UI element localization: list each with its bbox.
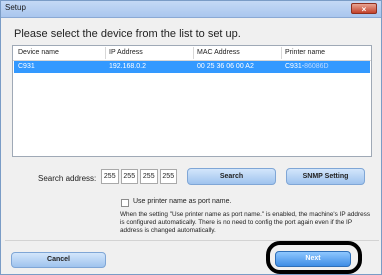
device-row[interactable]: C931 192.168.0.2 00 25 36 06 00 A2 C931-… bbox=[14, 61, 370, 73]
ip-octet-1[interactable]: 255 bbox=[101, 169, 119, 184]
window-title: Setup bbox=[5, 3, 26, 12]
cell-mac-address: 00 25 36 06 00 A2 bbox=[197, 63, 254, 70]
cell-ip-address: 192.168.0.2 bbox=[109, 63, 146, 70]
use-printer-name-label[interactable]: Use printer name as port name. bbox=[133, 198, 231, 205]
close-icon[interactable]: × bbox=[351, 3, 377, 14]
next-button[interactable]: Next bbox=[275, 251, 351, 267]
column-mac-address[interactable]: MAC Address bbox=[197, 49, 240, 56]
cell-device-name: C931 bbox=[18, 63, 35, 70]
ip-octet-2[interactable]: 255 bbox=[120, 169, 138, 184]
search-button[interactable]: Search bbox=[187, 168, 276, 185]
ip-octet-4[interactable]: 255 bbox=[159, 169, 177, 184]
search-address-label: Search address: bbox=[38, 174, 97, 183]
column-device-name[interactable]: Device name bbox=[18, 49, 59, 56]
cell-printer-name: C931-86086D bbox=[285, 63, 329, 70]
device-list[interactable]: Device name IP Address MAC Address Print… bbox=[12, 45, 372, 157]
snmp-setting-button[interactable]: SNMP Setting bbox=[286, 168, 365, 185]
use-printer-name-checkbox[interactable] bbox=[121, 199, 129, 207]
search-address-input[interactable]: 255 255 255 255 bbox=[101, 169, 177, 184]
title-bar: Setup × bbox=[1, 1, 381, 18]
device-list-header: Device name IP Address MAC Address Print… bbox=[13, 46, 371, 61]
ip-octet-3[interactable]: 255 bbox=[140, 169, 158, 184]
printer-suffix: 86086D bbox=[304, 63, 329, 70]
column-ip-address[interactable]: IP Address bbox=[109, 49, 143, 56]
cancel-button[interactable]: Cancel bbox=[11, 252, 106, 268]
setup-window: Setup × Please select the device from th… bbox=[0, 0, 382, 275]
port-name-note: When the setting "Use printer name as po… bbox=[120, 211, 371, 234]
column-printer-name[interactable]: Printer name bbox=[285, 49, 325, 56]
instruction-text: Please select the device from the list t… bbox=[14, 28, 241, 40]
